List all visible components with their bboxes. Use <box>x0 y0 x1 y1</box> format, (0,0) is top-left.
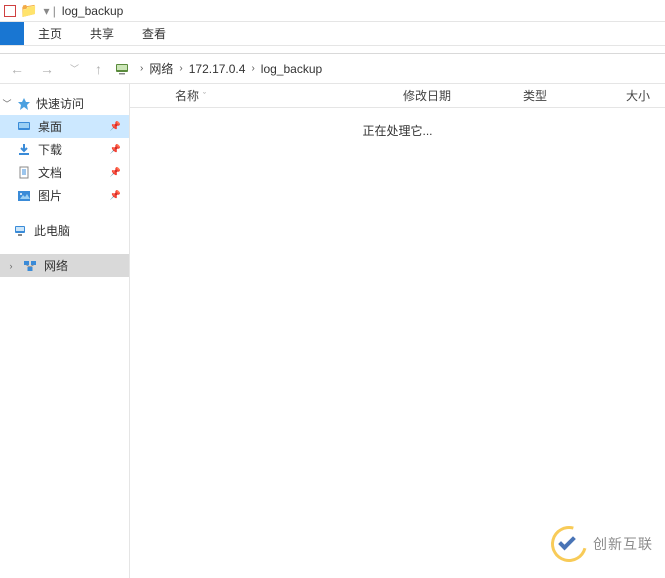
downloads-icon <box>16 142 32 158</box>
back-button[interactable]: ← <box>6 61 28 77</box>
sidebar-quick-access-header[interactable]: ﹀ 快速访问 <box>0 92 129 115</box>
network-group: › 网络 <box>0 254 129 277</box>
breadcrumb-ip[interactable]: 172.17.0.4 <box>189 62 246 76</box>
computer-icon <box>12 223 28 239</box>
column-headers: 名称 ˇ 修改日期 类型 大小 <box>130 84 665 108</box>
documents-label: 文档 <box>38 164 62 181</box>
network-drive-icon <box>114 61 130 77</box>
address-bar[interactable]: › 网络 › 172.17.0.4 › log_backup <box>138 60 322 77</box>
sidebar-item-network[interactable]: › 网络 <box>0 254 129 277</box>
watermark-text: 创新互联 <box>593 534 653 554</box>
pin-icon: 📌 <box>110 121 121 132</box>
column-date[interactable]: 修改日期 <box>395 84 515 107</box>
title-bar: 📁 ▾ | log_backup <box>0 0 665 22</box>
watermark: 创新互联 <box>551 526 653 562</box>
chevron-down-icon: ﹀ <box>2 97 12 110</box>
history-dropdown[interactable]: ﹀ <box>66 62 83 75</box>
navigation-pane: ﹀ 快速访问 桌面 📌 下载 📌 文档 📌 图片 <box>0 84 130 578</box>
chevron-right-icon: › <box>179 63 182 74</box>
sidebar-item-downloads[interactable]: 下载 📌 <box>0 138 129 161</box>
desktop-icon <box>16 119 32 135</box>
up-button[interactable]: ↑ <box>91 61 106 77</box>
downloads-label: 下载 <box>38 141 62 158</box>
chevron-right-icon: › <box>140 63 143 74</box>
loading-status: 正在处理它... <box>130 108 665 139</box>
column-size[interactable]: 大小 <box>618 84 665 107</box>
star-icon <box>16 96 32 112</box>
separator: ▾ | <box>43 4 55 18</box>
column-name[interactable]: 名称 ˇ <box>130 84 395 107</box>
network-label: 网络 <box>44 257 68 274</box>
this-pc-group: 此电脑 <box>0 219 129 242</box>
navigation-bar: ← → ﹀ ↑ › 网络 › 172.17.0.4 › log_backup <box>0 54 665 84</box>
desktop-label: 桌面 <box>38 118 62 135</box>
ribbon-spacer <box>0 46 665 54</box>
sort-indicator: ˇ <box>203 91 206 101</box>
breadcrumb-folder[interactable]: log_backup <box>261 62 322 76</box>
menu-share[interactable]: 共享 <box>76 22 128 45</box>
window-title: log_backup <box>62 4 123 18</box>
network-icon <box>22 258 38 274</box>
content-pane: 名称 ˇ 修改日期 类型 大小 正在处理它... <box>130 84 665 578</box>
sidebar-item-pictures[interactable]: 图片 📌 <box>0 184 129 207</box>
chevron-right-icon: › <box>6 261 16 271</box>
pin-icon[interactable] <box>4 5 16 17</box>
quick-access-label: 快速访问 <box>36 95 84 112</box>
pin-icon: 📌 <box>110 144 121 155</box>
column-type[interactable]: 类型 <box>515 84 618 107</box>
pin-icon: 📌 <box>110 167 121 178</box>
sidebar-item-documents[interactable]: 文档 📌 <box>0 161 129 184</box>
breadcrumb-network[interactable]: 网络 <box>149 60 173 77</box>
menu-home[interactable]: 主页 <box>24 22 76 45</box>
forward-button[interactable]: → <box>36 61 58 77</box>
watermark-logo <box>551 526 587 562</box>
sidebar-item-this-pc[interactable]: 此电脑 <box>0 219 129 242</box>
sidebar-item-desktop[interactable]: 桌面 📌 <box>0 115 129 138</box>
folder-icon: 📁 <box>20 2 37 19</box>
file-menu-button[interactable] <box>0 22 24 45</box>
pin-icon: 📌 <box>110 190 121 201</box>
menu-bar: 主页 共享 查看 <box>0 22 665 46</box>
chevron-right-icon: › <box>251 63 254 74</box>
documents-icon <box>16 165 32 181</box>
menu-view[interactable]: 查看 <box>128 22 180 45</box>
pictures-icon <box>16 188 32 204</box>
this-pc-label: 此电脑 <box>34 222 70 239</box>
quick-access-group: ﹀ 快速访问 桌面 📌 下载 📌 文档 📌 图片 <box>0 92 129 207</box>
main-area: ﹀ 快速访问 桌面 📌 下载 📌 文档 📌 图片 <box>0 84 665 578</box>
pictures-label: 图片 <box>38 187 62 204</box>
